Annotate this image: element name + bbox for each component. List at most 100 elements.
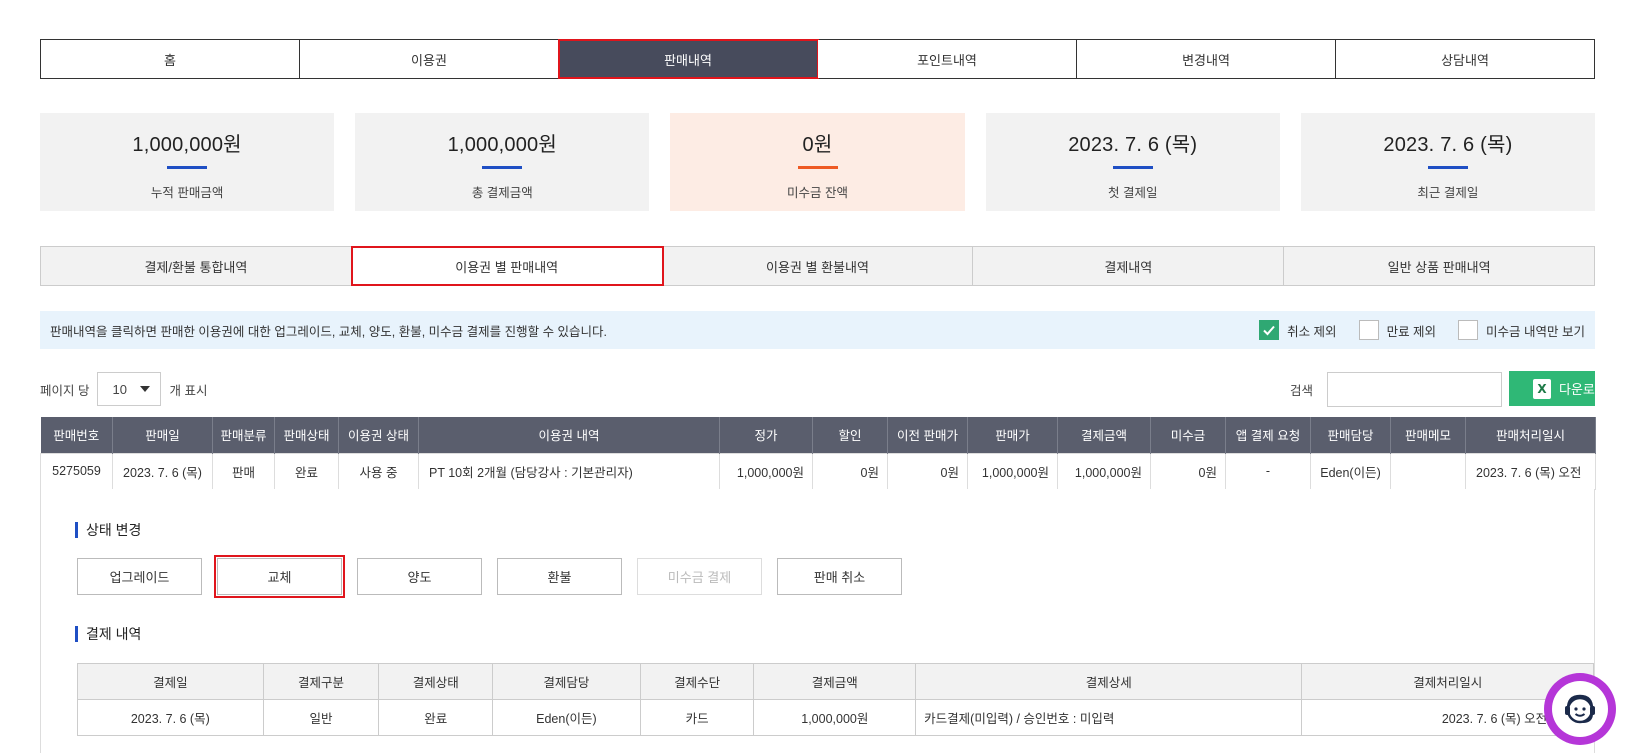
subtab-payment-refund[interactable]: 결제/환불 통합내역	[41, 247, 352, 285]
column-header: 결제수단	[639, 663, 755, 700]
table-header-row: 판매번호 판매일 판매분류 판매상태 이용권 상태 이용권 내역 정가 할인 이…	[40, 417, 1596, 453]
replace-button[interactable]: 교체	[214, 555, 345, 598]
filter-exclude-cancelled[interactable]: 취소 제외	[1259, 320, 1337, 340]
column-header: 판매번호	[40, 417, 113, 453]
summary-value: 2023. 7. 6 (목)	[1383, 134, 1513, 156]
filter-exclude-expired[interactable]: 만료 제외	[1358, 320, 1437, 340]
summary-value: 0원	[802, 134, 833, 156]
cell-payment-staff: Eden(이든)	[492, 699, 641, 736]
summary-label: 첫 결제일	[1107, 186, 1158, 200]
subtab-product-sales[interactable]: 일반 상품 판매내역	[1284, 247, 1594, 285]
check-icon	[1263, 325, 1275, 336]
cell-discount: 0원	[812, 452, 888, 490]
column-header: 이용권 내역	[418, 417, 720, 453]
per-page-control: 페이지 당 10 개 표시	[40, 371, 207, 407]
main-tabs: 홈 이용권 판매내역 포인트내역 변경내역 상담내역	[40, 39, 1595, 79]
subtab-refund-by-membership[interactable]: 이용권 별 환불내역	[663, 247, 974, 285]
cell-payment-method: 카드	[639, 699, 755, 736]
summary-divider	[1427, 166, 1468, 169]
summary-value: 1,000,000원	[447, 134, 557, 156]
cell-payment-category: 일반	[262, 699, 380, 736]
summary-card-total-payment: 1,000,000원 총 결제금액	[355, 113, 650, 211]
summary-card-last-payment: 2023. 7. 6 (목) 최근 결제일	[1300, 113, 1596, 211]
tab-membership[interactable]: 이용권	[300, 40, 559, 78]
table-toolbar: 페이지 당 10 개 표시 검색 X 다운로드	[40, 371, 1595, 407]
table-row[interactable]: 5275059 2023. 7. 6 (목) 판매 완료 사용 중 PT 10회…	[40, 452, 1596, 490]
column-header: 결제구분	[262, 663, 380, 700]
cell-payment-status: 완료	[378, 699, 494, 736]
summary-label: 총 결제금액	[471, 186, 533, 200]
cancel-sale-button[interactable]: 판매 취소	[777, 558, 902, 595]
checkbox[interactable]	[1458, 320, 1479, 340]
chatbot-icon-wrap	[1552, 681, 1608, 737]
cell-payment-amount: 1,000,000원	[753, 699, 917, 736]
chatbot-button[interactable]	[1544, 673, 1616, 745]
excel-icon: X	[1533, 378, 1551, 399]
column-header: 결제금액	[753, 663, 917, 700]
cell-list-price: 1,000,000원	[719, 452, 813, 490]
cell-sale-date: 2023. 7. 6 (목)	[112, 452, 213, 490]
tab-sales-history[interactable]: 판매내역	[558, 39, 819, 79]
column-header: 이용권 상태	[338, 417, 419, 453]
chatbot-icon	[1565, 694, 1595, 724]
status-change-title: 상태 변경	[75, 521, 141, 539]
summary-divider	[1112, 166, 1153, 169]
refund-button[interactable]: 환불	[497, 558, 622, 595]
summary-cards: 1,000,000원 누적 판매금액 1,000,000원 총 결제금액 0원 …	[40, 113, 1596, 211]
table-header-row: 결제일 결제구분 결제상태 결제담당 결제수단 결제금액 결제상세 결제처리일시	[77, 663, 1594, 700]
column-header: 정가	[719, 417, 813, 453]
cell-payment-detail: 카드결제(미입력) / 승인번호 : 미입력	[915, 699, 1303, 736]
cell-app-payment-request: -	[1225, 452, 1311, 490]
sub-tabs: 결제/환불 통합내역 이용권 별 판매내역 이용권 별 환불내역 결제내역 일반…	[40, 246, 1595, 286]
filter-label: 취소 제외	[1287, 324, 1337, 339]
summary-label: 미수금 잔액	[787, 186, 848, 200]
column-header: 판매일	[112, 417, 213, 453]
subtab-sales-by-membership[interactable]: 이용권 별 판매내역	[350, 246, 664, 286]
per-page-suffix: 개 표시	[169, 383, 208, 398]
per-page-select[interactable]: 10	[97, 372, 162, 406]
transfer-button[interactable]: 양도	[357, 558, 482, 595]
column-header: 판매분류	[212, 417, 275, 453]
summary-divider	[482, 166, 523, 169]
per-page-value: 10	[112, 381, 127, 397]
tab-points[interactable]: 포인트내역	[818, 40, 1077, 78]
sale-detail-panel: 상태 변경 업그레이드 교체 양도 환불 미수금 결제 판매 취소 결제 내역 …	[40, 489, 1595, 753]
tab-changes[interactable]: 변경내역	[1077, 40, 1336, 78]
summary-card-cumulative-sales: 1,000,000원 누적 판매금액	[40, 113, 335, 211]
column-header: 판매상태	[274, 417, 339, 453]
search-control: 검색	[1290, 371, 1503, 407]
cell-previous-price: 0원	[887, 452, 968, 490]
cell-payment-amount: 1,000,000원	[1057, 452, 1151, 490]
summary-card-unpaid-balance: 0원 미수금 잔액	[670, 113, 965, 211]
column-header: 결제금액	[1057, 417, 1151, 453]
filter-unpaid-only[interactable]: 미수금 내역만 보기	[1458, 320, 1585, 340]
summary-value: 1,000,000원	[132, 134, 242, 156]
tab-home[interactable]: 홈	[41, 40, 300, 78]
search-input[interactable]	[1327, 371, 1503, 407]
column-header: 이전 판매가	[887, 417, 968, 453]
payment-history-title: 결제 내역	[75, 625, 141, 643]
subtab-payments[interactable]: 결제내역	[973, 247, 1285, 285]
cell-processed-at: 2023. 7. 6 (목) 오전	[1465, 452, 1596, 490]
filter-label: 만료 제외	[1386, 324, 1437, 339]
cell-sale-number: 5275059	[40, 452, 113, 490]
checkbox-checked[interactable]	[1259, 320, 1280, 340]
section-marker	[75, 522, 78, 538]
table-row[interactable]: 2023. 7. 6 (목) 일반 완료 Eden(이든) 카드 1,000,0…	[77, 699, 1594, 736]
info-bar: 판매내역을 클릭하면 판매한 이용권에 대한 업그레이드, 교체, 양도, 환불…	[40, 311, 1595, 349]
cell-payment-date: 2023. 7. 6 (목)	[77, 699, 264, 736]
summary-value: 2023. 7. 6 (목)	[1068, 134, 1198, 156]
filter-label: 미수금 내역만 보기	[1486, 324, 1585, 339]
checkbox[interactable]	[1358, 320, 1379, 340]
upgrade-button[interactable]: 업그레이드	[77, 558, 202, 595]
column-header: 판매가	[967, 417, 1058, 453]
cell-sale-status: 완료	[274, 452, 339, 490]
download-button[interactable]: X 다운로드	[1509, 371, 1595, 406]
per-page-label: 페이지 당	[40, 383, 90, 398]
summary-label: 누적 판매금액	[150, 186, 224, 200]
summary-divider	[167, 166, 208, 169]
column-header: 판매담당	[1310, 417, 1391, 453]
tab-consultation[interactable]: 상담내역	[1336, 40, 1594, 78]
download-label: 다운로드	[1559, 382, 1595, 397]
section-title-text: 결제 내역	[86, 626, 142, 642]
